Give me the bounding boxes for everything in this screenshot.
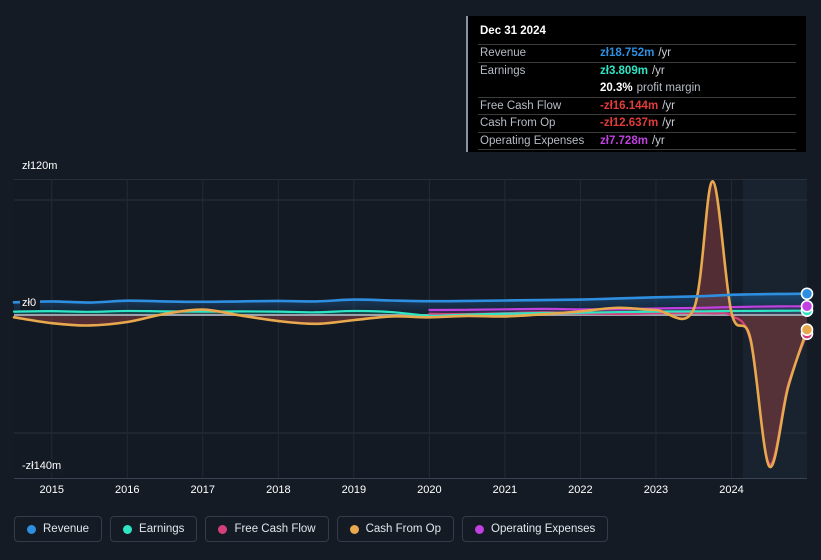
legend-item-label: Earnings bbox=[139, 523, 185, 535]
legend-item-free-cash-flow[interactable]: Free Cash Flow bbox=[205, 516, 329, 542]
legend-item-revenue[interactable]: Revenue bbox=[14, 516, 103, 542]
tooltip-row-value: 20.3% bbox=[600, 81, 633, 94]
x-axis-tick-label: 2015 bbox=[39, 484, 64, 496]
legend-color-dot-icon bbox=[218, 524, 228, 534]
tooltip-row-unit: /yr bbox=[662, 117, 675, 130]
financial-performance-chart: zł120m zł0 -zł140m 2015 2016 2017 2018 2019 2… bbox=[0, 0, 821, 560]
y-axis-label-top: zł120m bbox=[20, 159, 62, 173]
x-axis-tick-label: 2016 bbox=[115, 484, 140, 496]
x-axis-tick-label: 2020 bbox=[417, 484, 442, 496]
tooltip-row: Cash From Op -zł12.637m/yr bbox=[478, 114, 796, 132]
legend-item-label: Free Cash Flow bbox=[234, 523, 316, 535]
legend-item-cash-from-op[interactable]: Cash From Op bbox=[336, 516, 455, 542]
tooltip-row-label: Operating Expenses bbox=[480, 134, 585, 147]
tooltip-row: Earnings zł3.809m/yr bbox=[478, 61, 796, 80]
x-axis-tick-label: 2017 bbox=[190, 484, 216, 496]
tooltip-rows: Revenue zł18.752m/yr Earnings zł3.809m/yr 20… bbox=[478, 44, 796, 149]
x-axis-ticks: 2015 2016 2017 2018 2019 2020 2021 2022 2023 2024 bbox=[0, 478, 821, 504]
x-axis-tick-label: 2022 bbox=[568, 484, 593, 496]
tooltip-date: Dec 31 2024 bbox=[480, 25, 546, 37]
x-axis-tick-label: 2021 bbox=[492, 484, 518, 496]
x-axis-tick-label: 2024 bbox=[719, 484, 744, 496]
legend-item-label: Cash From Op bbox=[365, 523, 442, 535]
legend-item-operating-expenses[interactable]: Operating Expenses bbox=[462, 516, 609, 542]
x-axis-tick-label: 2023 bbox=[643, 484, 669, 496]
chart-legend: Revenue Earnings Free Cash Flow Cash From O… bbox=[14, 516, 609, 542]
tooltip-row: 20.3% profit margin bbox=[478, 79, 796, 97]
tooltip-row-unit: /yr bbox=[662, 99, 675, 112]
legend-color-dot-icon bbox=[475, 524, 485, 534]
tooltip-row-label: Free Cash Flow bbox=[480, 99, 562, 112]
tooltip-row-value: -zł16.144m bbox=[600, 99, 659, 112]
chart-plot-area[interactable] bbox=[0, 179, 821, 478]
legend-item-earnings[interactable]: Earnings bbox=[110, 516, 198, 542]
y-axis-label-bottom: -zł140m bbox=[20, 459, 66, 473]
tooltip-row-label: Cash From Op bbox=[480, 117, 556, 130]
tooltip-row-value: zł7.728m bbox=[600, 134, 648, 147]
tooltip-row-unit: /yr bbox=[658, 47, 672, 60]
tooltip-row-value: zł18.752m bbox=[600, 47, 655, 60]
tooltip-row-unit: profit margin bbox=[636, 81, 701, 94]
tooltip-row-unit: /yr bbox=[651, 134, 665, 147]
tooltip-row-value: zł3.809m bbox=[600, 64, 648, 77]
chart-canvas bbox=[12, 179, 814, 478]
data-tooltip: Dec 31 2024 Revenue zł18.752m/yr Earnings z… bbox=[466, 16, 806, 152]
y-axis-label-zero: zł0 bbox=[20, 296, 41, 310]
tooltip-bottom-rule bbox=[478, 149, 796, 150]
legend-color-dot-icon bbox=[349, 524, 359, 534]
tooltip-row-unit: /yr bbox=[651, 64, 665, 77]
legend-color-dot-icon bbox=[123, 524, 133, 534]
tooltip-row: Operating Expenses zł7.728m/yr bbox=[478, 131, 796, 150]
tooltip-row-label: Earnings bbox=[480, 64, 526, 77]
legend-color-dot-icon bbox=[27, 524, 36, 534]
x-axis-tick-label: 2019 bbox=[341, 484, 367, 496]
legend-item-label: Revenue bbox=[43, 523, 90, 535]
tooltip-row: Free Cash Flow -zł16.144m/yr bbox=[478, 96, 796, 115]
x-axis-tick-label: 2018 bbox=[266, 484, 291, 496]
legend-item-label: Operating Expenses bbox=[491, 523, 596, 535]
tooltip-row-value: -zł12.637m bbox=[600, 117, 659, 130]
tooltip-row-label: Revenue bbox=[480, 47, 527, 60]
tooltip-row: Revenue zł18.752m/yr bbox=[478, 44, 796, 62]
